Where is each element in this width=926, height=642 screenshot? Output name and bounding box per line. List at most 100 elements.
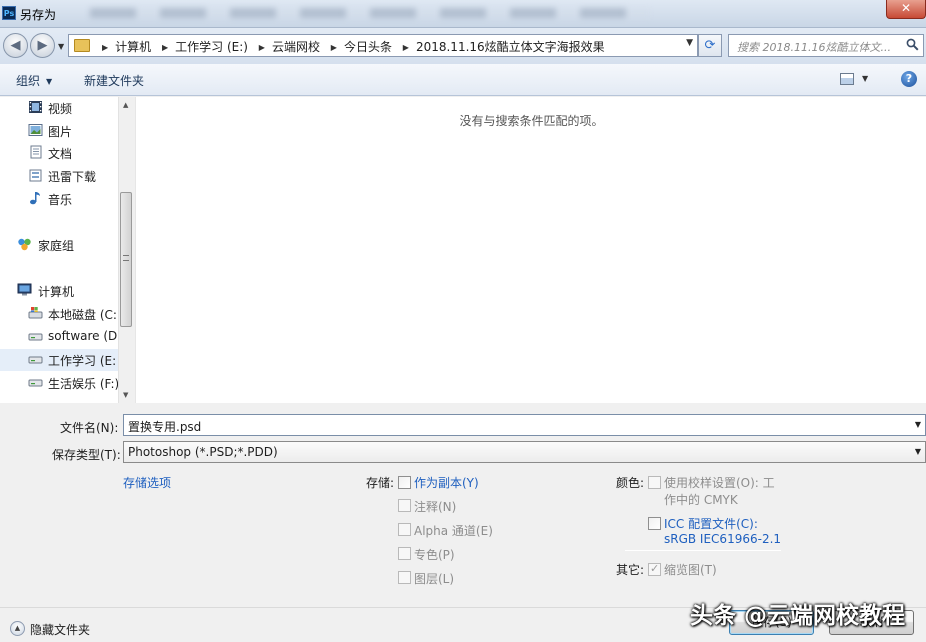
empty-results-message: 没有与搜索条件匹配的项。 <box>459 114 604 128</box>
change-view-icon[interactable] <box>840 73 854 85</box>
organize-menu[interactable]: 组织 ▼ <box>16 72 52 89</box>
search-icon[interactable] <box>906 38 919 51</box>
nav-item-label: 本地磁盘 (C: <box>48 308 117 322</box>
breadcrumb-item[interactable]: 计算机 <box>115 38 151 55</box>
nav-item-video[interactable]: 视频 <box>0 97 118 119</box>
documents-icon <box>30 145 42 159</box>
address-dropdown-icon[interactable]: ▼ <box>686 38 693 48</box>
close-button[interactable]: ✕ <box>886 0 926 19</box>
nav-item-label: 家庭组 <box>38 239 75 253</box>
chevron-right-icon[interactable]: ▶ <box>102 43 108 52</box>
nav-scrollbar[interactable]: ▲ ▼ <box>118 97 133 403</box>
refresh-button[interactable]: ⟳ <box>698 34 722 57</box>
drive-icon <box>28 333 43 341</box>
search-input[interactable]: 搜索 2018.11.16炫酷立体文... <box>728 34 924 57</box>
other-label: 其它: <box>616 563 645 577</box>
as-copy-checkbox[interactable] <box>398 476 411 489</box>
nav-item-documents[interactable]: 文档 <box>0 142 118 164</box>
photoshop-app-icon: Ps <box>2 6 16 20</box>
breadcrumb-item[interactable]: 云端网校 <box>272 38 320 55</box>
filename-label: 文件名(N): <box>60 421 119 435</box>
nav-item-homegroup[interactable]: 家庭组 <box>0 234 118 256</box>
title-bar: Ps 另存为 ✕ <box>0 0 926 28</box>
nav-item-label: 文档 <box>48 147 73 161</box>
back-arrow-icon: ◀ <box>10 38 21 53</box>
divider <box>625 550 781 551</box>
address-bar[interactable]: ▶ 计算机 ▶ 工作学习 (E:) ▶ 云端网校 ▶ 今日头条 ▶ 2018.11.16炫… <box>68 34 698 57</box>
filename-value: 置换专用.psd <box>128 420 202 434</box>
drive-icon <box>28 356 43 364</box>
chevron-right-icon[interactable]: ▶ <box>403 43 409 52</box>
nav-item-label: 计算机 <box>38 285 75 299</box>
nav-item-label: 工作学习 (E: <box>48 354 117 368</box>
nav-item-thunder-downloads[interactable]: 迅雷下载 <box>0 165 118 187</box>
scroll-down-icon[interactable]: ▼ <box>123 391 128 399</box>
proof-setup-label-cont: 作中的 CMYK <box>664 493 738 507</box>
nav-item-computer[interactable]: 计算机 <box>0 280 118 302</box>
proof-setup-checkbox <box>648 476 661 489</box>
file-list-pane[interactable]: 没有与搜索条件匹配的项。 <box>135 97 926 403</box>
pictures-icon <box>28 124 43 136</box>
layers-label: 图层(L) <box>414 572 455 586</box>
icc-profile-checkbox[interactable] <box>648 517 661 530</box>
nav-item-drive-d[interactable]: software (D <box>0 326 118 348</box>
organize-label: 组织 <box>16 74 41 88</box>
forward-arrow-icon: ▶ <box>37 38 48 53</box>
system-drive-icon <box>28 307 43 319</box>
chevron-down-icon: ▼ <box>914 447 921 456</box>
nav-item-label: software (D <box>48 329 118 343</box>
save-options-link[interactable]: 存储选项 <box>123 474 171 491</box>
view-options-dropdown-icon[interactable]: ▼ <box>862 74 868 83</box>
chevron-right-icon[interactable]: ▶ <box>162 43 168 52</box>
icc-profile-label[interactable]: ICC 配置文件(C): <box>664 515 758 532</box>
forward-button[interactable]: ▶ <box>30 33 55 58</box>
video-icon <box>29 101 42 113</box>
toolbar: 组织 ▼ 新建文件夹 ▼ ? <box>0 64 926 96</box>
nav-item-label: 视频 <box>48 102 73 116</box>
chevron-right-icon[interactable]: ▶ <box>331 43 337 52</box>
alpha-channels-label: Alpha 通道(E) <box>414 524 493 538</box>
nav-item-music[interactable]: 音乐 <box>0 188 118 210</box>
address-row: ◀ ▶ ▼ ▶ 计算机 ▶ 工作学习 (E:) ▶ 云端网校 ▶ 今日头条 ▶ 2018.… <box>0 28 926 64</box>
folder-icon <box>74 39 90 52</box>
new-folder-button[interactable]: 新建文件夹 <box>84 72 144 89</box>
filetype-label: 保存类型(T): <box>52 448 121 462</box>
nav-item-label: 音乐 <box>48 193 73 207</box>
chevron-down-icon[interactable]: ▼ <box>915 420 921 429</box>
checkmark-icon: ✓ <box>650 562 660 575</box>
back-button[interactable]: ◀ <box>3 33 28 58</box>
navigation-pane[interactable]: 视频 图片 文档 迅雷下载 音乐 家庭组 计算机 本地磁盘 (C: softwa… <box>0 97 133 403</box>
as-copy-label[interactable]: 作为副本(Y) <box>414 474 479 491</box>
refresh-icon: ⟳ <box>704 38 716 53</box>
alpha-channels-checkbox <box>398 523 411 536</box>
nav-item-label: 图片 <box>48 125 73 139</box>
spot-colors-label: 专色(P) <box>414 548 455 562</box>
save-options-form: 文件名(N): 置换专用.psd ▼ 保存类型(T): Photoshop (*… <box>0 403 926 642</box>
caret-down-icon: ▼ <box>46 77 53 86</box>
nav-item-pictures[interactable]: 图片 <box>0 120 118 142</box>
filetype-select[interactable]: Photoshop (*.PSD;*.PDD) ▼ <box>123 441 926 463</box>
watermark-text: 头条 @云端网校教程 <box>690 603 906 629</box>
chevron-right-icon[interactable]: ▶ <box>259 43 265 52</box>
nav-item-drive-c[interactable]: 本地磁盘 (C: <box>0 303 118 325</box>
annotations-label: 注释(N) <box>414 500 457 514</box>
breadcrumb-item[interactable]: 工作学习 (E:) <box>175 38 248 55</box>
history-dropdown-icon[interactable]: ▼ <box>58 42 64 51</box>
thumbnail-label: 缩览图(T) <box>664 563 717 577</box>
layers-checkbox <box>398 571 411 584</box>
breadcrumb-item[interactable]: 今日头条 <box>344 38 392 55</box>
spot-colors-checkbox <box>398 547 411 560</box>
computer-icon <box>17 283 32 296</box>
window-title: 另存为 <box>20 8 57 22</box>
nav-item-drive-f[interactable]: 生活娱乐 (F:) <box>0 372 119 394</box>
nav-item-drive-e[interactable]: 工作学习 (E: <box>0 349 118 371</box>
help-icon[interactable]: ? <box>901 71 917 87</box>
thumbnail-checkbox: ✓ <box>648 562 661 576</box>
scroll-thumb[interactable] <box>120 192 132 327</box>
breadcrumb-item[interactable]: 2018.11.16炫酷立体文字海报效果 <box>416 38 605 55</box>
color-label: 颜色: <box>616 476 645 490</box>
annotations-checkbox <box>398 499 411 512</box>
hide-folders-label: 隐藏文件夹 <box>30 623 91 637</box>
scroll-up-icon[interactable]: ▲ <box>123 101 128 109</box>
filename-field[interactable]: 置换专用.psd ▼ <box>123 414 926 436</box>
